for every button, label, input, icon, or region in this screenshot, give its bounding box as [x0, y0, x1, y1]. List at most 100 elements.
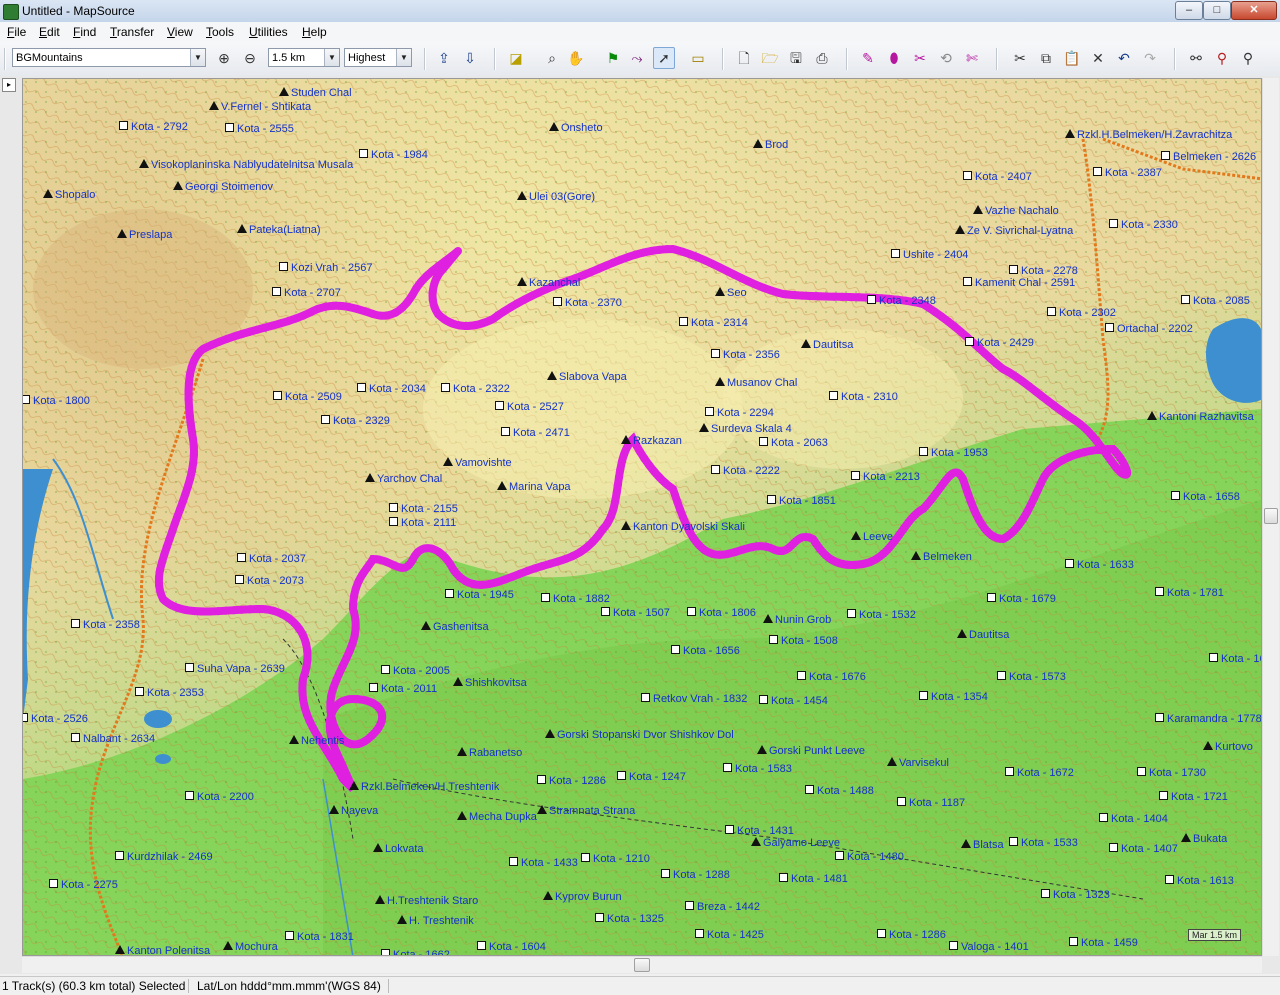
- map-label[interactable]: Kota - 1781: [1155, 585, 1224, 599]
- map-label[interactable]: Bukata: [1181, 831, 1227, 845]
- map-label[interactable]: Kazanchal: [517, 275, 580, 289]
- map-label[interactable]: Kota - 1247: [617, 769, 686, 783]
- map-label[interactable]: Kota - 2509: [273, 389, 342, 403]
- map-label[interactable]: Kota - 1658: [1171, 489, 1240, 503]
- map-label[interactable]: Kota - 1831: [285, 929, 354, 943]
- map-label[interactable]: Kota - 1688: [1209, 651, 1261, 665]
- map-label[interactable]: Kota - 2330: [1109, 217, 1178, 231]
- vertical-scrollbar[interactable]: [1262, 78, 1279, 956]
- map-label[interactable]: H.Treshtenik Staro: [375, 893, 478, 907]
- pointer-select-icon[interactable]: ➚: [653, 47, 675, 69]
- vertical-scroll-thumb[interactable]: [1264, 508, 1278, 524]
- map-label[interactable]: Slabova Vapa: [547, 369, 627, 383]
- map-label[interactable]: Visokoplaninska Nablyudatelnitsa Musala: [139, 157, 353, 171]
- map-label[interactable]: Rabanetso: [457, 745, 522, 759]
- map-label[interactable]: Kota - 1286: [537, 773, 606, 787]
- map-label[interactable]: Kota - 1676: [797, 669, 866, 683]
- map-label[interactable]: Nehentis: [289, 733, 344, 747]
- map-label[interactable]: Kota - 1953: [919, 445, 988, 459]
- map-label[interactable]: Nalbant - 2634: [71, 731, 155, 745]
- map-label[interactable]: Kota - 2005: [381, 663, 450, 677]
- map-label[interactable]: Belmeken - 2626: [1161, 149, 1256, 163]
- paste-icon[interactable]: 📋: [1062, 48, 1082, 68]
- map-label[interactable]: Seo: [715, 285, 747, 299]
- sidebar-toggle-button[interactable]: ▸: [2, 78, 16, 92]
- map-label[interactable]: Kyprov Burun: [543, 889, 622, 903]
- printer-icon[interactable]: ⎙: [812, 48, 832, 68]
- menu-edit[interactable]: Edit: [37, 24, 62, 40]
- map-label[interactable]: Shopalo: [43, 187, 95, 201]
- map-label[interactable]: Kota - 2526: [23, 711, 88, 725]
- map-label[interactable]: Kurtovo: [1203, 739, 1253, 753]
- map-label[interactable]: Yarchov Chal: [365, 471, 442, 485]
- map-label[interactable]: Brod: [753, 137, 788, 151]
- map-label[interactable]: Razkazan: [621, 433, 682, 447]
- map-label[interactable]: Kota - 2155: [389, 501, 458, 515]
- save-disk-icon[interactable]: 🖫: [786, 48, 806, 68]
- map-label[interactable]: Kota - 2302: [1047, 305, 1116, 319]
- map-label[interactable]: Kota - 1984: [359, 147, 428, 161]
- map-label[interactable]: Kota - 1532: [847, 607, 916, 621]
- map-label[interactable]: Kota - 2294: [705, 405, 774, 419]
- map-label[interactable]: Kota - 2348: [867, 293, 936, 307]
- map-label[interactable]: Leeve: [851, 529, 893, 543]
- map-label[interactable]: Kota - 2322: [441, 381, 510, 395]
- map-label[interactable]: Kota - 2037: [237, 551, 306, 565]
- zoom-level-select[interactable]: 1.5 km ▼: [268, 48, 340, 67]
- map-label[interactable]: Rzkl.H.Belmeken/H.Zavrachitza: [1065, 127, 1232, 141]
- map-label[interactable]: Kota - 1533: [1009, 835, 1078, 849]
- map-label[interactable]: Ulei 03(Gore): [517, 189, 595, 203]
- map-label[interactable]: Kota - 1323: [1041, 887, 1110, 901]
- map-label[interactable]: Kota - 1672: [1005, 765, 1074, 779]
- map-label[interactable]: Kamenit Chal - 2591: [963, 275, 1075, 289]
- map-label[interactable]: Kota - 2278: [1009, 263, 1078, 277]
- map-label[interactable]: Vamovishte: [443, 455, 512, 469]
- receive-from-device-icon[interactable]: ⇪: [434, 48, 454, 68]
- map-label[interactable]: Kota - 1633: [1065, 557, 1134, 571]
- map-label[interactable]: Kota - 2213: [851, 469, 920, 483]
- map-label[interactable]: Kota - 1210: [581, 851, 650, 865]
- map-label[interactable]: Dautitsa: [957, 627, 1009, 641]
- map-label[interactable]: Shishkovitsa: [453, 675, 527, 689]
- map-label[interactable]: Kota - 1507: [601, 605, 670, 619]
- map-label[interactable]: Kota - 1806: [687, 605, 756, 619]
- menu-tools[interactable]: Tools: [204, 24, 236, 40]
- map-label[interactable]: Kota - 2358: [71, 617, 140, 631]
- flag-waypoint-icon[interactable]: ⚑: [603, 48, 623, 68]
- close-button[interactable]: ✕: [1231, 1, 1277, 20]
- map-label[interactable]: Mecha Dupka: [457, 809, 537, 823]
- map-label[interactable]: Kota - 1573: [997, 669, 1066, 683]
- map-label[interactable]: Kota - 2707: [272, 285, 341, 299]
- open-folder-icon[interactable]: 🗁: [760, 48, 780, 68]
- map-label[interactable]: Kota - 2407: [963, 169, 1032, 183]
- map-label[interactable]: Gashenitsa: [421, 619, 489, 633]
- map-label[interactable]: Kota - 2429: [965, 335, 1034, 349]
- map-label[interactable]: Breza - 1442: [685, 899, 760, 913]
- map-label[interactable]: Kota - 1721: [1159, 789, 1228, 803]
- map-label[interactable]: Kota - 2356: [711, 347, 780, 361]
- map-label[interactable]: Kota - 2387: [1093, 165, 1162, 179]
- map-label[interactable]: Kota - 2034: [357, 381, 426, 395]
- map-label[interactable]: Karamandra - 1778: [1155, 711, 1261, 725]
- map-label[interactable]: Gorski Stopanski Dvor Shishkov Dol: [545, 727, 734, 741]
- map-label[interactable]: Studen Chal: [279, 85, 352, 99]
- map-label[interactable]: Kota - 1662: [381, 947, 450, 955]
- map-label[interactable]: Kota - 2085: [1181, 293, 1250, 307]
- menu-help[interactable]: Help: [300, 24, 329, 40]
- map-label[interactable]: Vazhe Nachalo: [973, 203, 1059, 217]
- find-nearby-icon[interactable]: ⚲: [1238, 48, 1258, 68]
- map-label[interactable]: Suha Vapa - 2639: [185, 661, 285, 675]
- map-label[interactable]: Retkov Vrah - 1832: [641, 691, 747, 705]
- map-label[interactable]: V.Fernel - Shtikata: [209, 99, 311, 113]
- map-label[interactable]: Ze V. Sivrichal-Lyatna: [955, 223, 1073, 237]
- map-label[interactable]: Kota - 1613: [1165, 873, 1234, 887]
- hand-pan-icon[interactable]: ✋: [566, 48, 586, 68]
- map-label[interactable]: Kota - 1679: [987, 591, 1056, 605]
- map-label[interactable]: Onsheto: [549, 120, 603, 134]
- map-label[interactable]: Kota - 2275: [49, 877, 118, 891]
- map-label[interactable]: Kurdzhilak - 2469: [115, 849, 213, 863]
- scissors-icon[interactable]: ✂: [1010, 48, 1030, 68]
- menu-utilities[interactable]: Utilities: [247, 24, 290, 40]
- map-label[interactable]: Georgi Stoimenov: [173, 179, 273, 193]
- map-label[interactable]: Kantoni Razhavitsa: [1147, 409, 1254, 423]
